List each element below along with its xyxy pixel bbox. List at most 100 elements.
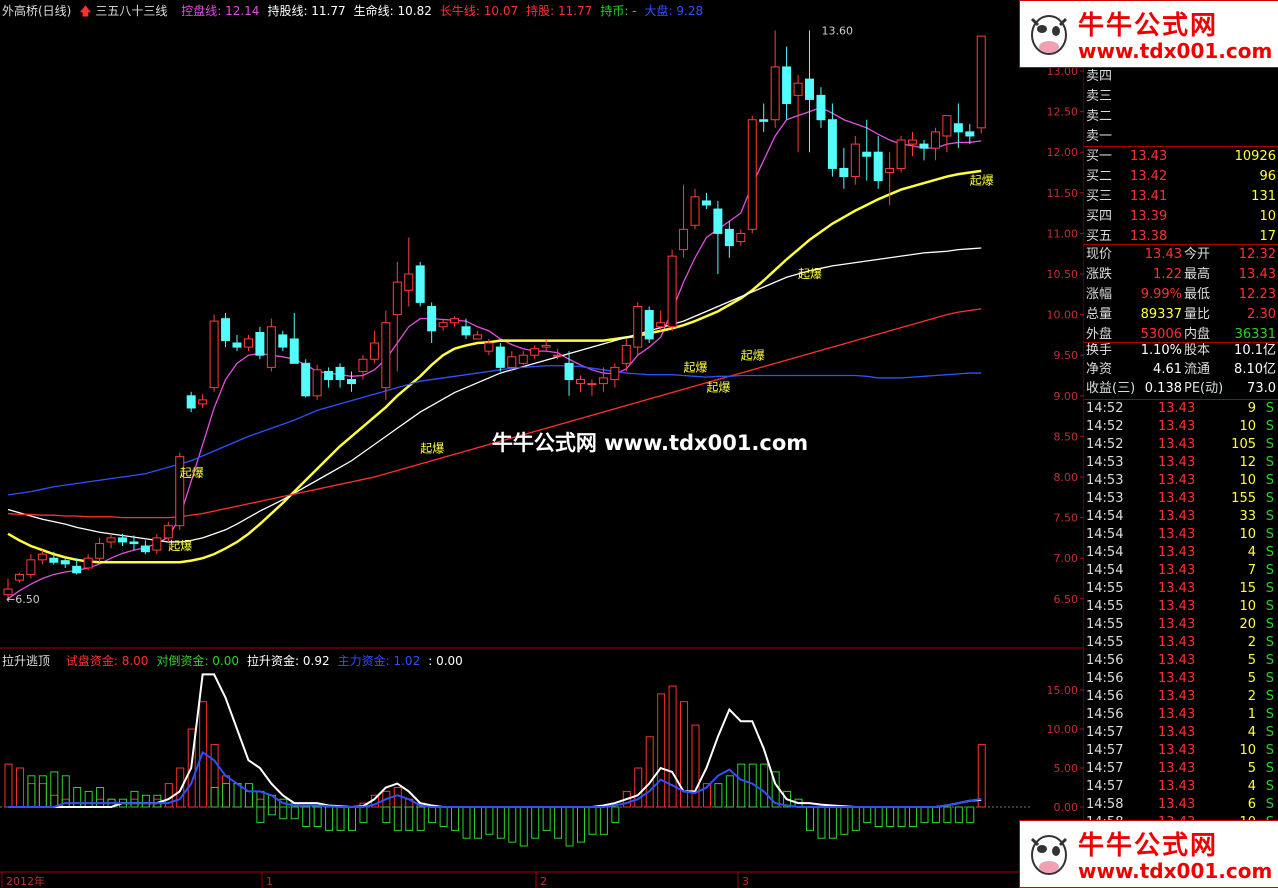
sell-row[interactable]: 卖四 [1084, 68, 1278, 86]
tick-side: S [1265, 509, 1274, 524]
quote-value: 12.23 [1238, 287, 1276, 302]
quote-row[interactable]: 总量 89337 量比 2.30 [1084, 306, 1278, 324]
tick-volume: 155 [1231, 491, 1256, 506]
tick-volume: 2 [1247, 635, 1256, 650]
up-arrow-icon: 🡅 [79, 4, 92, 18]
tick-side: S [1265, 419, 1274, 434]
tick-row[interactable]: 14:52 13.43 9 S [1084, 400, 1278, 418]
tick-row[interactable]: 14:57 13.43 10 S [1084, 742, 1278, 760]
quote-label: 总量 [1086, 307, 1113, 322]
tick-volume: 33 [1239, 509, 1256, 524]
tick-row[interactable]: 14:54 13.43 7 S [1084, 562, 1278, 580]
tick-row[interactable]: 14:57 13.43 4 S [1084, 778, 1278, 796]
indicator-label: 大盘: [644, 4, 673, 18]
indicator-bar [897, 806, 906, 827]
logo-top: 牛牛公式网 www.tdx001.com [1019, 0, 1278, 68]
tick-price: 13.43 [1158, 527, 1196, 542]
tick-price: 13.43 [1158, 437, 1196, 452]
y-tick-label: 8.50 [1054, 430, 1079, 443]
tick-row[interactable]: 14:54 13.43 4 S [1084, 544, 1278, 562]
y-tick-label: 12.00 [1047, 146, 1079, 159]
sell-level-label: 卖一 [1086, 129, 1113, 144]
tick-row[interactable]: 14:56 13.43 5 S [1084, 652, 1278, 670]
tick-row[interactable]: 14:54 13.43 33 S [1084, 508, 1278, 526]
indicator-bar [244, 783, 253, 808]
tick-row[interactable]: 14:53 13.43 10 S [1084, 472, 1278, 490]
stat-row[interactable]: 收益(三) 0.138 PE(动) 73.0 [1084, 380, 1278, 398]
indicator-bar [141, 794, 150, 808]
buy-row[interactable]: 买一 13.43 10926 [1084, 148, 1278, 166]
candle-body [427, 305, 437, 332]
chart-canvas[interactable]: 13.0012.5012.0011.5011.0010.5010.009.509… [0, 0, 1084, 888]
tick-volume: 20 [1239, 617, 1256, 632]
tick-side: S [1265, 671, 1274, 686]
quote-row[interactable]: 涨跌 1.22 最高 13.43 [1084, 266, 1278, 284]
buy-row[interactable]: 买三 13.41 131 [1084, 188, 1278, 206]
tick-row[interactable]: 14:56 13.43 1 S [1084, 706, 1278, 724]
indicator-bar [611, 806, 620, 824]
indicator-line-1 [8, 673, 982, 809]
tick-row[interactable]: 14:57 13.43 4 S [1084, 724, 1278, 742]
time-axis-label: 3 [742, 875, 749, 888]
signal-label: 起爆 [741, 348, 765, 362]
indicator-bar [451, 806, 460, 831]
candle-body [83, 557, 93, 569]
tick-row[interactable]: 14:58 13.43 6 S [1084, 796, 1278, 814]
indicator-bar [348, 806, 356, 831]
buy-price: 13.42 [1130, 169, 1168, 184]
stat-row[interactable]: 换手 1.10% 股本 10.1亿 [1084, 342, 1278, 360]
candle-body [667, 255, 677, 328]
sell-level-label: 卖二 [1086, 109, 1113, 124]
sell-row[interactable]: 卖三 [1084, 88, 1278, 106]
indicator-bar [416, 806, 425, 831]
indicator-bar [714, 783, 723, 808]
candle-body [587, 383, 597, 386]
candle-body [495, 346, 505, 368]
tick-volume: 5 [1247, 761, 1256, 776]
logo-title: 牛牛公式网 [1078, 11, 1219, 41]
indicator-name[interactable]: 拉升逃顶 [2, 654, 50, 668]
tick-price: 13.43 [1158, 761, 1196, 776]
tick-row[interactable]: 14:52 13.43 10 S [1084, 418, 1278, 436]
indicator-bar [657, 693, 666, 808]
buy-row[interactable]: 买二 13.42 96 [1084, 168, 1278, 186]
candle-body [415, 265, 425, 303]
tick-row[interactable]: 14:53 13.43 12 S [1084, 454, 1278, 472]
buy-row[interactable]: 买四 13.39 10 [1084, 208, 1278, 226]
indicator-value: 1.02 [389, 654, 421, 668]
tick-row[interactable]: 14:52 13.43 105 S [1084, 436, 1278, 454]
buy-price: 13.39 [1130, 209, 1168, 224]
stock-title[interactable]: 外高桥(日线) [2, 4, 71, 18]
tick-row[interactable]: 14:55 13.43 2 S [1084, 634, 1278, 652]
candle-body [198, 399, 208, 405]
quote-row[interactable]: 现价 13.43 今开 12.32 [1084, 246, 1278, 264]
quote-row[interactable]: 涨幅 9.99% 最低 12.23 [1084, 286, 1278, 304]
tick-row[interactable]: 14:55 13.43 10 S [1084, 598, 1278, 616]
indicator-bar [256, 806, 265, 824]
tick-row[interactable]: 14:54 13.43 10 S [1084, 526, 1278, 544]
candle-body [106, 537, 116, 543]
tick-row[interactable]: 14:56 13.43 2 S [1084, 688, 1278, 706]
tick-row[interactable]: 14:55 13.43 15 S [1084, 580, 1278, 598]
tick-row[interactable]: 14:56 13.43 5 S [1084, 670, 1278, 688]
tick-row[interactable]: 14:55 13.43 20 S [1084, 616, 1278, 634]
tick-time: 14:56 [1086, 671, 1124, 686]
indicator-value: 9.28 [672, 4, 704, 18]
indicator-bar [966, 806, 975, 824]
candle-body [965, 131, 975, 137]
indicator-label: 长牛线: [439, 4, 480, 18]
candle-body [232, 342, 242, 348]
tick-row[interactable]: 14:53 13.43 155 S [1084, 490, 1278, 508]
tick-row[interactable]: 14:57 13.43 5 S [1084, 760, 1278, 778]
indicator-bar [325, 806, 334, 831]
sell-row[interactable]: 卖二 [1084, 108, 1278, 126]
candle-body [953, 123, 963, 133]
sell-row[interactable]: 卖一 [1084, 128, 1278, 146]
tick-price: 13.43 [1158, 743, 1196, 758]
formula-name[interactable]: 三五八十三线 [95, 4, 167, 18]
candle-body [805, 78, 814, 100]
tick-side: S [1265, 581, 1274, 596]
candle-body [976, 35, 986, 129]
tick-price: 13.43 [1158, 455, 1196, 470]
stat-row[interactable]: 净资 4.61 流通 8.10亿 [1084, 361, 1278, 379]
